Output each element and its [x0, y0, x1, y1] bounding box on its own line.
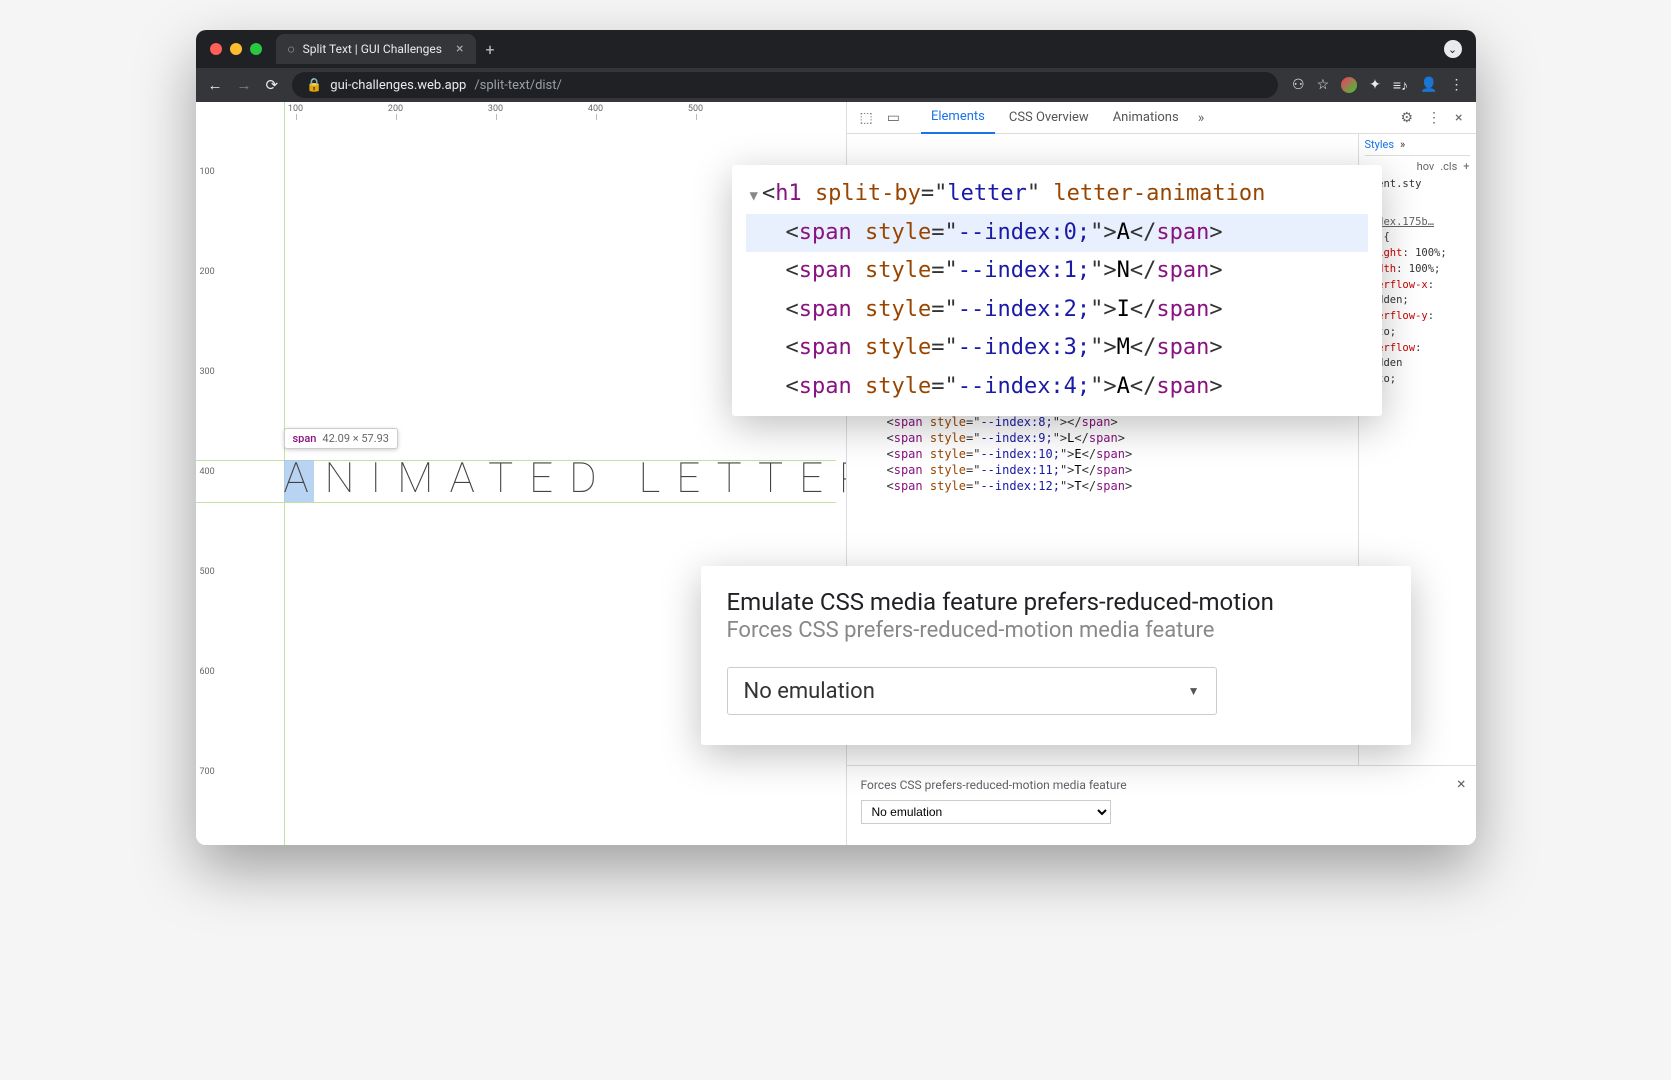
browser-tab[interactable]: ◌ Split Text | GUI Challenges ×: [276, 34, 476, 64]
device-icon[interactable]: ▭: [882, 110, 905, 126]
ruler-tick: 100: [200, 167, 215, 177]
new-tab-button[interactable]: +: [486, 40, 495, 59]
address-bar[interactable]: 🔒 gui-challenges.web.app/split-text/dist…: [292, 72, 1278, 98]
page-heading: ANIMATED LETTERS: [284, 454, 924, 503]
url-domain: gui-challenges.web.app: [330, 78, 466, 93]
expand-arrow-icon[interactable]: ▼: [750, 188, 758, 204]
reading-list-icon[interactable]: ≡♪: [1393, 77, 1408, 94]
ruler-tick: 200: [200, 267, 215, 277]
inspect-icon[interactable]: ⬚: [855, 110, 878, 126]
back-button[interactable]: ←: [208, 76, 223, 94]
ruler-horizontal: 100 200 300 400 500: [196, 102, 836, 120]
rendering-drawer: × Forces CSS prefers-reduced-motion medi…: [847, 765, 1476, 845]
ruler-tick: 500: [688, 104, 703, 114]
code-line[interactable]: <span style="--index:0;">A</span>: [746, 214, 1368, 253]
code-line: ▼<h1 split-by="letter" letter-animation: [746, 175, 1368, 214]
tab-animations[interactable]: Animations: [1103, 102, 1189, 134]
ruler-tick: 400: [588, 104, 603, 114]
ruler-tick: 100: [288, 104, 303, 114]
more-styles-tabs[interactable]: »: [1400, 138, 1405, 151]
extension-icon[interactable]: [1341, 77, 1357, 93]
rendering-title: Emulate CSS media feature prefers-reduce…: [727, 588, 1385, 616]
account-icon[interactable]: ⌄: [1444, 40, 1462, 58]
bookmark-icon[interactable]: ☆: [1317, 77, 1330, 93]
cls-button[interactable]: .cls: [1440, 160, 1457, 173]
ruler-tick: 700: [200, 767, 215, 777]
lock-icon: 🔒: [306, 78, 322, 93]
hov-button[interactable]: hov: [1417, 160, 1435, 173]
browser-window: ◌ Split Text | GUI Challenges × + ⌄ ← → …: [196, 30, 1476, 845]
close-devtools-button[interactable]: ×: [1450, 110, 1467, 126]
minimize-window-button[interactable]: [230, 43, 242, 55]
code-line[interactable]: <span style="--index:11;">T</span>: [847, 462, 1358, 478]
drawer-description: Forces CSS prefers-reduced-motion media …: [861, 778, 1462, 792]
tab-favicon: ◌: [288, 42, 295, 56]
close-drawer-button[interactable]: ×: [1457, 774, 1466, 793]
tab-title: Split Text | GUI Challenges: [303, 42, 442, 56]
callout-code: ▼<h1 split-by="letter" letter-animation …: [732, 165, 1382, 416]
code-line[interactable]: <span style="--index:12;">T</span>: [847, 478, 1358, 494]
url-path: /split-text/dist/: [474, 78, 562, 93]
translate-icon[interactable]: ⚇: [1292, 77, 1305, 93]
titlebar: ◌ Split Text | GUI Challenges × + ⌄: [196, 30, 1476, 68]
reload-button[interactable]: ⟳: [266, 76, 279, 94]
styles-tab[interactable]: Styles: [1365, 138, 1395, 151]
ruler-tick: 300: [200, 367, 215, 377]
more-tabs-button[interactable]: »: [1193, 110, 1210, 126]
extensions-icon[interactable]: ✦: [1369, 77, 1381, 93]
ruler-tick: 600: [200, 667, 215, 677]
rendering-description: Forces CSS prefers-reduced-motion media …: [727, 618, 1385, 643]
close-tab-button[interactable]: ×: [456, 41, 463, 57]
tooltip-dimensions: 42.09 × 57.93: [322, 432, 389, 445]
inspect-tooltip: span 42.09 × 57.93: [284, 428, 399, 449]
emulation-select[interactable]: No emulation: [861, 800, 1111, 824]
forward-button[interactable]: →: [237, 76, 252, 94]
close-window-button[interactable]: [210, 43, 222, 55]
code-line[interactable]: <span style="--index:9;">L</span>: [847, 430, 1358, 446]
dropdown-value: No emulation: [744, 679, 875, 704]
new-rule-button[interactable]: +: [1463, 160, 1469, 173]
ruler-tick: 300: [488, 104, 503, 114]
ruler-tick: 500: [200, 567, 215, 577]
settings-icon[interactable]: ⚙: [1395, 110, 1418, 126]
tab-elements[interactable]: Elements: [921, 102, 995, 134]
code-line[interactable]: <span style="--index:1;">N</span>: [746, 252, 1368, 291]
devtools-tabs: ⬚ ▭ Elements CSS Overview Animations » ⚙…: [847, 102, 1476, 134]
url-bar: ← → ⟳ 🔒 gui-challenges.web.app/split-tex…: [196, 68, 1476, 102]
code-line[interactable]: <span style="--index:2;">I</span>: [746, 291, 1368, 330]
code-line[interactable]: <span style="--index:10;">E</span>: [847, 446, 1358, 462]
kebab-icon[interactable]: ⋮: [1422, 110, 1446, 126]
code-line[interactable]: <span style="--index:8;"></span>: [847, 414, 1358, 430]
chevron-down-icon: ▼: [1188, 684, 1200, 698]
tooltip-tag: span: [293, 432, 317, 445]
maximize-window-button[interactable]: [250, 43, 262, 55]
tab-css-overview[interactable]: CSS Overview: [999, 102, 1099, 134]
ruler-tick: 400: [200, 467, 215, 477]
extension-icons: ⚇ ☆ ✦ ≡♪ 👤 ⋮: [1292, 77, 1463, 94]
ruler-tick: 200: [388, 104, 403, 114]
window-controls: [210, 43, 262, 55]
ruler-vertical: 100 200 300 400 500 600 700 800: [196, 102, 224, 845]
code-line[interactable]: <span style="--index:3;">M</span>: [746, 329, 1368, 368]
code-line[interactable]: <span style="--index:4;">A</span>: [746, 368, 1368, 407]
emulation-dropdown[interactable]: No emulation ▼: [727, 667, 1217, 715]
menu-icon[interactable]: ⋮: [1450, 77, 1464, 93]
callout-rendering: Emulate CSS media feature prefers-reduce…: [701, 566, 1411, 745]
profile-icon[interactable]: 👤: [1420, 77, 1437, 93]
